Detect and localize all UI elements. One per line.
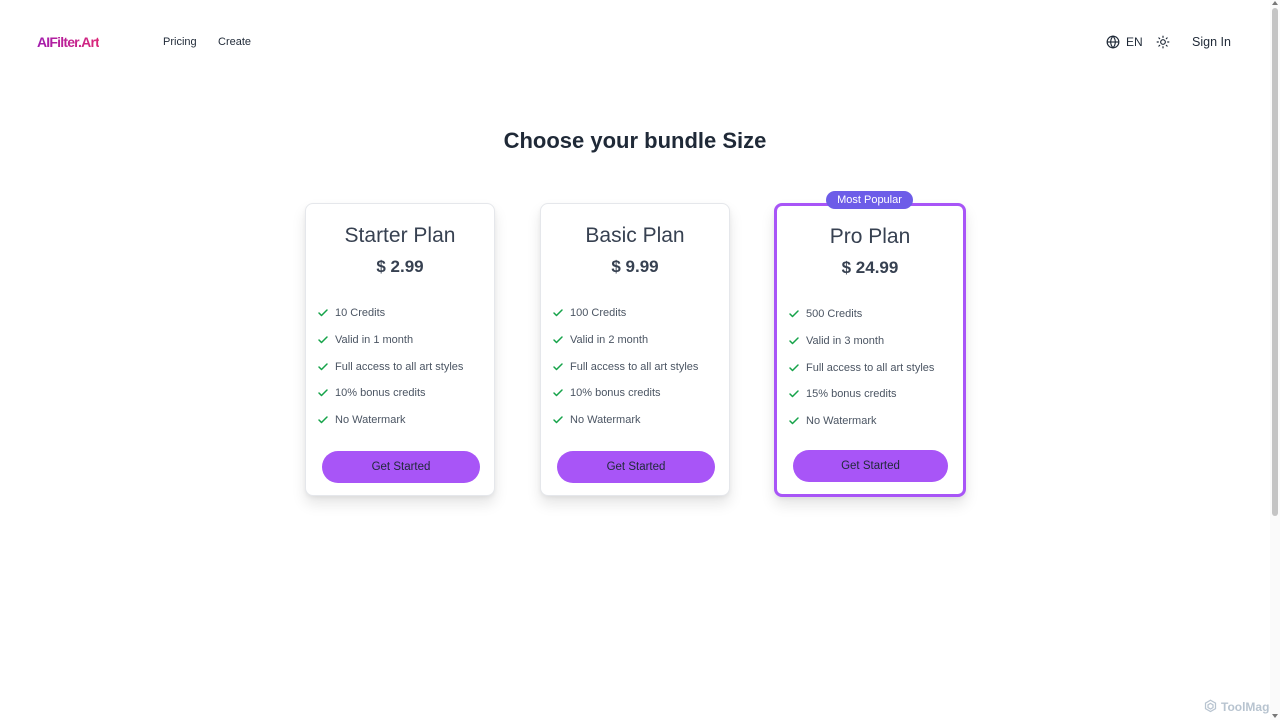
get-started-button[interactable]: Get Started bbox=[322, 451, 480, 483]
feature-label: Full access to all art styles bbox=[335, 360, 464, 373]
feature-label: 10% bonus credits bbox=[570, 387, 661, 400]
check-icon bbox=[553, 309, 563, 317]
feature-label: 10% bonus credits bbox=[335, 387, 426, 400]
check-icon bbox=[318, 416, 328, 424]
page-title: Choose your bundle Size bbox=[503, 128, 767, 153]
plan-name: Pro Plan bbox=[829, 225, 911, 248]
feature-label: No Watermark bbox=[806, 415, 877, 428]
check-icon bbox=[318, 362, 328, 370]
language-label: EN bbox=[1126, 35, 1143, 49]
plan-name: Basic Plan bbox=[585, 224, 685, 247]
site-logo[interactable]: AIFilter.Art bbox=[37, 34, 100, 50]
feature-label: 500 Credits bbox=[806, 308, 863, 321]
feature-label: Valid in 1 month bbox=[335, 334, 414, 347]
feature-label: 10 Credits bbox=[335, 307, 386, 320]
watermark: ToolMage bbox=[1203, 699, 1276, 714]
check-icon bbox=[553, 362, 563, 370]
plan-card-starter: Starter Plan $ 2.99 10 Credits Valid in … bbox=[305, 203, 495, 496]
plan-price: $ 2.99 bbox=[376, 257, 424, 276]
sun-icon bbox=[1156, 35, 1170, 49]
check-icon bbox=[318, 336, 328, 344]
plan-name: Starter Plan bbox=[344, 224, 456, 247]
feature-label: Full access to all art styles bbox=[806, 361, 935, 374]
feature-item: Valid in 1 month bbox=[317, 327, 463, 354]
feature-item: No Watermark bbox=[552, 407, 698, 434]
check-icon bbox=[789, 363, 799, 371]
feature-list: 100 Credits Valid in 2 month Full access… bbox=[552, 300, 698, 433]
toolmage-logo-icon bbox=[1204, 699, 1217, 713]
feature-item: 10 Credits bbox=[317, 300, 463, 327]
feature-item: 10% bonus credits bbox=[317, 380, 463, 407]
plan-price: $ 24.99 bbox=[841, 258, 899, 277]
feature-item: Full access to all art styles bbox=[788, 354, 934, 381]
globe-icon bbox=[1106, 35, 1120, 49]
theme-toggle[interactable] bbox=[1156, 35, 1170, 49]
feature-label: Full access to all art styles bbox=[570, 360, 699, 373]
plan-card-basic: Basic Plan $ 9.99 100 Credits Valid in 2… bbox=[540, 203, 730, 496]
feature-label: 100 Credits bbox=[570, 307, 627, 320]
feature-item: No Watermark bbox=[788, 408, 934, 435]
feature-label: Valid in 3 month bbox=[806, 335, 885, 348]
feature-item: Full access to all art styles bbox=[552, 353, 698, 380]
plan-card-pro: Pro Plan $ 24.99 500 Credits Valid in 3 … bbox=[774, 203, 966, 497]
sign-in-link[interactable]: Sign In bbox=[1192, 35, 1231, 49]
feature-list: 10 Credits Valid in 1 month Full access … bbox=[317, 300, 463, 433]
scroll-up-icon[interactable] bbox=[1272, 1, 1278, 5]
get-started-button[interactable]: Get Started bbox=[793, 450, 948, 482]
check-icon bbox=[789, 310, 799, 318]
scroll-down-icon[interactable] bbox=[1272, 714, 1278, 718]
feature-label: No Watermark bbox=[335, 414, 406, 427]
get-started-button[interactable]: Get Started bbox=[557, 451, 715, 483]
feature-list: 500 Credits Valid in 3 month Full access… bbox=[788, 301, 934, 434]
feature-item: No Watermark bbox=[317, 407, 463, 434]
most-popular-badge: Most Popular bbox=[826, 191, 913, 209]
check-icon bbox=[789, 337, 799, 345]
feature-item: 100 Credits bbox=[552, 300, 698, 327]
nav-pricing[interactable]: Pricing bbox=[163, 36, 197, 48]
feature-label: 15% bonus credits bbox=[806, 388, 897, 401]
check-icon bbox=[318, 309, 328, 317]
nav-create[interactable]: Create bbox=[218, 36, 251, 48]
plan-price: $ 9.99 bbox=[611, 257, 659, 276]
feature-item: Full access to all art styles bbox=[317, 353, 463, 380]
feature-label: Valid in 2 month bbox=[570, 334, 649, 347]
feature-label: No Watermark bbox=[570, 414, 641, 427]
watermark-label: ToolMage bbox=[1221, 699, 1277, 714]
feature-item: 10% bonus credits bbox=[552, 380, 698, 407]
language-selector[interactable]: EN bbox=[1106, 35, 1143, 49]
feature-item: 15% bonus credits bbox=[788, 381, 934, 408]
scrollbar-thumb[interactable] bbox=[1272, 8, 1278, 516]
check-icon bbox=[789, 390, 799, 398]
check-icon bbox=[553, 336, 563, 344]
feature-item: Valid in 3 month bbox=[788, 328, 934, 355]
scrollbar-track[interactable] bbox=[1270, 0, 1280, 720]
check-icon bbox=[553, 389, 563, 397]
feature-item: 500 Credits bbox=[788, 301, 934, 328]
check-icon bbox=[553, 416, 563, 424]
feature-item: Valid in 2 month bbox=[552, 327, 698, 354]
check-icon bbox=[789, 417, 799, 425]
check-icon bbox=[318, 389, 328, 397]
